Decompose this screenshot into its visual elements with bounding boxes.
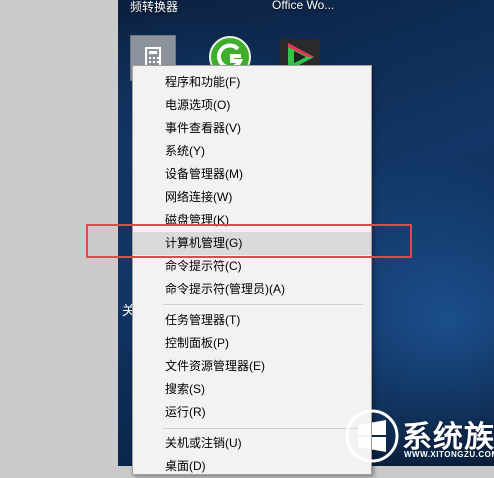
menu-item-shutdown-signout[interactable]: 关机或注销(U) (133, 432, 371, 455)
menu-item-disk-management[interactable]: 磁盘管理(K) (133, 209, 371, 232)
desktop-label-office: Office Wo... (272, 0, 335, 12)
menu-item-control-panel[interactable]: 控制面板(P) (133, 332, 371, 355)
menu-item-event-viewer[interactable]: 事件查看器(V) (133, 117, 371, 140)
menu-item-power-options[interactable]: 电源选项(O) (133, 94, 371, 117)
menu-item-programs-features[interactable]: 程序和功能(F) (133, 71, 371, 94)
menu-item-device-manager[interactable]: 设备管理器(M) (133, 163, 371, 186)
menu-item-desktop[interactable]: 桌面(D) (133, 455, 371, 478)
watermark-url: WWW.XITONGZU.COM (404, 450, 494, 459)
menu-item-computer-management[interactable]: 计算机管理(G) (133, 232, 371, 255)
menu-separator (163, 304, 363, 305)
menu-item-command-prompt-admin[interactable]: 命令提示符(管理员)(A) (133, 278, 371, 301)
menu-item-search[interactable]: 搜索(S) (133, 378, 371, 401)
site-watermark: 系统族 WWW.XITONGZU.COM (344, 408, 494, 466)
menu-item-task-manager[interactable]: 任务管理器(T) (133, 309, 371, 332)
winx-context-menu: 程序和功能(F) 电源选项(O) 事件查看器(V) 系统(Y) 设备管理器(M)… (132, 65, 372, 475)
menu-item-network-connections[interactable]: 网络连接(W) (133, 186, 371, 209)
menu-item-run[interactable]: 运行(R) (133, 401, 371, 424)
menu-item-command-prompt[interactable]: 命令提示符(C) (133, 255, 371, 278)
menu-item-file-explorer[interactable]: 文件资源管理器(E) (133, 355, 371, 378)
left-panel-strip (0, 0, 118, 466)
menu-item-system[interactable]: 系统(Y) (133, 140, 371, 163)
windows-logo-icon (345, 409, 399, 463)
desktop-label-converter: 频转换器 (130, 0, 179, 14)
menu-separator (163, 428, 363, 429)
